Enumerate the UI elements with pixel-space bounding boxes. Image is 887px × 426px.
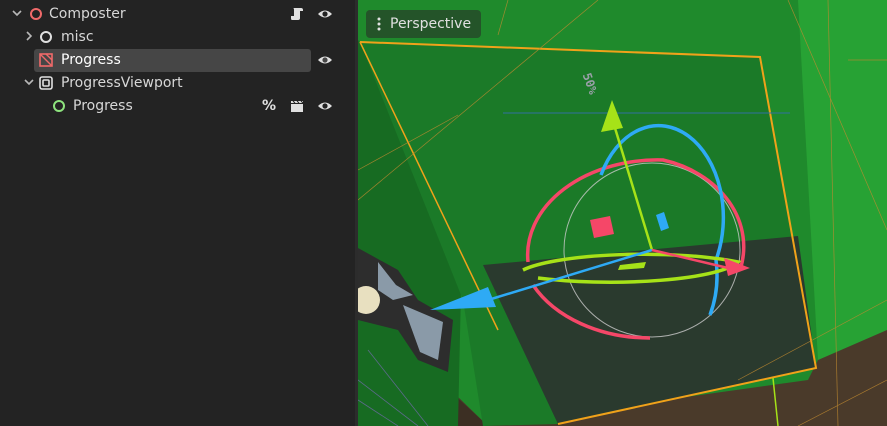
script-icon[interactable] [289,6,305,22]
subviewport-node-icon [39,76,53,90]
chevron-right-icon[interactable] [22,29,36,43]
gizmo-plane-handle-red[interactable] [590,216,614,238]
tree-row-label: ProgressViewport [61,75,183,91]
tree-row-progress-child[interactable]: Progress % [0,95,345,117]
viewport-scene[interactable]: 50% [358,0,887,426]
menu-dots-icon [377,17,381,31]
eye-visibility-icon[interactable] [317,52,333,68]
chevron-down-icon[interactable] [22,75,36,89]
chevron-down-icon[interactable] [10,6,24,20]
node-circle-icon [30,8,42,20]
percent-icon[interactable]: % [262,97,276,115]
tree-row-label: Composter [49,6,126,22]
eye-visibility-icon[interactable] [317,6,333,22]
tree-row-label: Progress [73,98,133,114]
3d-viewport[interactable]: 50% [358,0,887,426]
tree-row-progress-selected[interactable]: Progress [0,49,345,71]
tree-row-progressviewport[interactable]: ProgressViewport [0,72,345,94]
tree-row-composter[interactable]: Composter [0,3,345,25]
tree-row-label: Progress [61,52,121,68]
tree-row-misc[interactable]: misc [0,26,345,48]
node-circle-icon [40,31,52,43]
scene-tree-panel: Composter misc Progress ProgressViewport [0,0,355,426]
eye-visibility-icon[interactable] [317,98,333,114]
progress-node-icon [39,53,53,67]
tree-row-label: misc [61,29,94,45]
node-circle-icon [53,100,65,112]
perspective-view-button[interactable]: Perspective [366,10,482,38]
clapperboard-icon[interactable] [289,98,305,114]
perspective-label: Perspective [390,16,472,32]
